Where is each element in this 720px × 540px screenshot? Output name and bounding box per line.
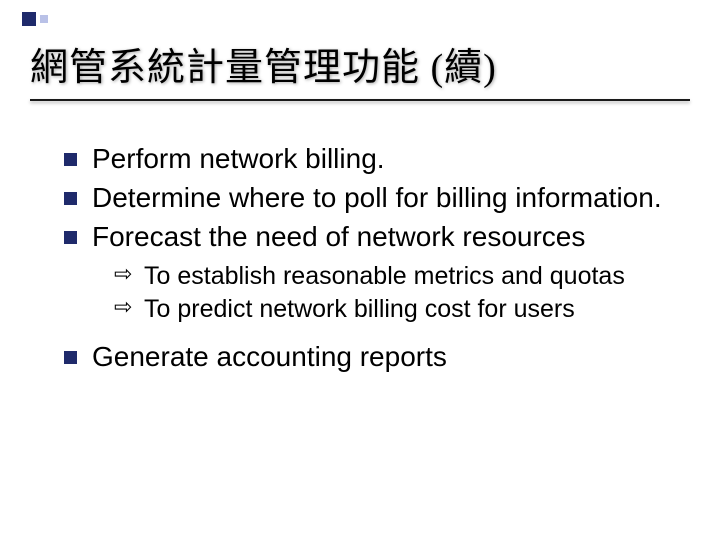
slide-corner-decoration	[22, 12, 48, 26]
bullet-item: Generate accounting reports	[64, 339, 680, 374]
sub-bullet-text: To predict network billing cost for user…	[144, 295, 575, 323]
decoration-square-large	[22, 12, 36, 26]
title-underline	[30, 99, 690, 101]
slide-body: Perform network billing. Determine where…	[0, 111, 720, 374]
sub-bullet-item: To establish reasonable metrics and quot…	[114, 260, 680, 293]
sub-bullet-list: To establish reasonable metrics and quot…	[114, 260, 680, 325]
bullet-text: Forecast the need of network resources	[92, 221, 585, 252]
bullet-text: Generate accounting reports	[92, 341, 447, 372]
decoration-square-small	[40, 15, 48, 23]
bullet-list: Perform network billing. Determine where…	[64, 141, 680, 374]
bullet-text: Determine where to poll for billing info…	[92, 182, 662, 213]
sub-bullet-text: To establish reasonable metrics and quot…	[144, 262, 625, 290]
slide-title: 網管系統計量管理功能 (續)	[30, 36, 690, 91]
sub-bullet-item: To predict network billing cost for user…	[114, 293, 680, 326]
title-area: 網管系統計量管理功能 (續)	[0, 0, 720, 111]
bullet-item: Determine where to poll for billing info…	[64, 180, 680, 215]
bullet-item: Perform network billing.	[64, 141, 680, 176]
bullet-item: Forecast the need of network resources T…	[64, 219, 680, 325]
bullet-text: Perform network billing.	[92, 143, 385, 174]
